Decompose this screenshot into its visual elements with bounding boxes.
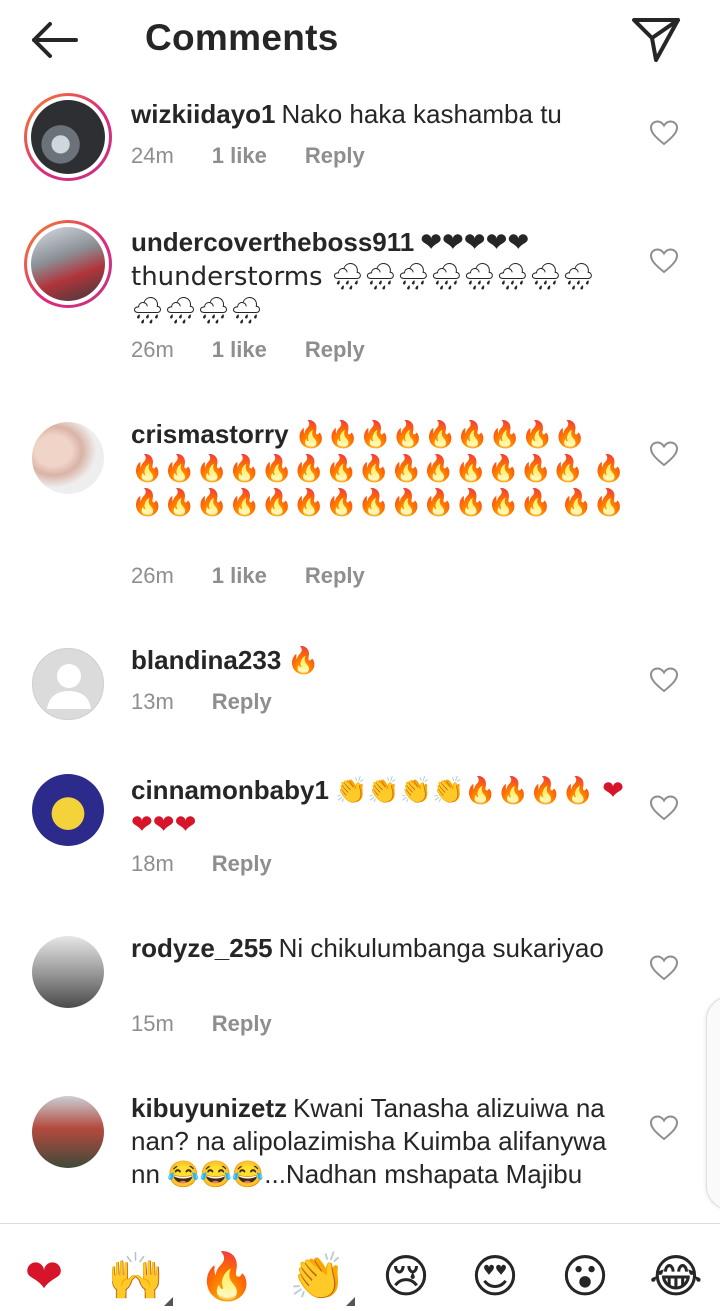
comment-username[interactable]: blandina233 — [131, 645, 281, 675]
paper-plane-icon[interactable] — [628, 14, 684, 64]
heart-outline-icon[interactable] — [649, 248, 679, 274]
heart-outline-icon[interactable] — [649, 955, 679, 981]
heart-outline-icon[interactable] — [649, 120, 679, 146]
skin-tone-corner-icon — [346, 1297, 355, 1306]
reaction-laughing-emoji[interactable]: 😂 — [648, 1248, 704, 1304]
comment-username[interactable]: cinnamonbaby1 — [131, 775, 329, 805]
avatar-story-ring[interactable] — [24, 220, 112, 308]
reply-button[interactable]: Reply — [305, 143, 365, 169]
comment-time: 24m — [131, 143, 174, 168]
comment-body: blandina233 🔥 — [131, 644, 626, 678]
comment-meta: 18m Reply — [131, 851, 310, 881]
avatar[interactable] — [32, 774, 104, 846]
heart-outline-icon[interactable] — [649, 441, 679, 467]
avatar — [31, 227, 105, 301]
avatar[interactable] — [32, 1096, 104, 1168]
comment-username[interactable]: crismastorry — [131, 419, 289, 449]
comment-meta: 24m 1 like Reply — [131, 143, 403, 173]
heart-outline-icon[interactable] — [649, 795, 679, 821]
back-arrow-icon[interactable] — [28, 18, 84, 62]
comment-meta: 26m 1 like Reply — [131, 563, 403, 593]
comment-likes[interactable]: 1 like — [212, 563, 267, 589]
reply-button[interactable]: Reply — [212, 1011, 272, 1037]
comment-username[interactable]: rodyze_255 — [131, 933, 273, 963]
skin-tone-corner-icon — [164, 1297, 173, 1306]
reaction-surprised-emoji[interactable]: 😮 — [557, 1248, 613, 1304]
reaction-crying-emoji[interactable]: 😢 — [378, 1248, 434, 1304]
quick-reaction-bar: ❤ 🙌 🔥 👏 😢 😍 😮 😂 — [0, 1223, 720, 1311]
comment-body: undercovertheboss911 ❤❤❤❤❤ thunderstorms … — [131, 226, 626, 328]
reaction-fire-emoji[interactable]: 🔥 — [198, 1248, 255, 1304]
reply-button[interactable]: Reply — [305, 563, 365, 589]
reaction-raising-hands-emoji[interactable]: 🙌 — [107, 1248, 173, 1306]
avatar[interactable] — [32, 936, 104, 1008]
comment-body: wizkiidayo1 Nako haka kashamba tu — [131, 98, 626, 131]
comment-item: crismastorry 🔥🔥🔥🔥🔥🔥🔥🔥🔥 🔥🔥🔥🔥🔥🔥🔥🔥🔥🔥🔥🔥🔥🔥 🔥🔥🔥… — [0, 410, 720, 610]
comment-body: crismastorry 🔥🔥🔥🔥🔥🔥🔥🔥🔥 🔥🔥🔥🔥🔥🔥🔥🔥🔥🔥🔥🔥🔥🔥 🔥🔥🔥… — [131, 418, 626, 520]
comment-body: cinnamonbaby1 👏👏👏👏🔥🔥🔥🔥 ❤❤❤❤ — [131, 774, 626, 842]
heart-outline-icon[interactable] — [649, 1115, 679, 1141]
comment-text: Ni chikulumbanga sukariyao — [278, 933, 604, 963]
comment-likes[interactable]: 1 like — [212, 143, 267, 169]
header: Comments — [0, 0, 720, 80]
reaction-heart-emoji[interactable]: ❤ — [16, 1248, 72, 1304]
avatar-story-ring[interactable] — [24, 93, 112, 181]
comment-likes[interactable]: 1 like — [212, 337, 267, 363]
comments-list[interactable]: wizkiidayo1 Nako haka kashamba tu 24m 1 li… — [0, 80, 720, 1223]
comment-time: 26m — [131, 337, 174, 362]
reply-button[interactable]: Reply — [305, 337, 365, 363]
comment-time: 13m — [131, 689, 174, 714]
scroll-handle[interactable] — [706, 996, 720, 1210]
avatar-placeholder[interactable] — [32, 648, 104, 720]
reaction-clap-emoji[interactable]: 👏 — [289, 1248, 355, 1306]
comment-meta: 26m 1 like Reply — [131, 337, 403, 367]
comment-username[interactable]: undercovertheboss911 — [131, 227, 414, 257]
reply-button[interactable]: Reply — [212, 689, 272, 715]
comment-item: cinnamonbaby1 👏👏👏👏🔥🔥🔥🔥 ❤❤❤❤ 18m Reply — [0, 770, 720, 900]
heart-outline-icon[interactable] — [649, 667, 679, 693]
default-user-icon — [47, 664, 91, 709]
comment-username[interactable]: kibuyunizetz — [131, 1093, 287, 1123]
comment-body: rodyze_255 Ni chikulumbanga sukariyao — [131, 932, 626, 965]
avatar[interactable] — [32, 422, 104, 494]
reaction-heart-eyes-emoji[interactable]: 😍 — [467, 1248, 523, 1304]
comment-text: Nako haka kashamba tu — [281, 99, 562, 129]
comment-meta: 15m Reply — [131, 1011, 310, 1041]
comment-item: kibuyunizetz Kwani Tanasha alizuiwa na na… — [0, 1090, 720, 1223]
comment-time: 18m — [131, 851, 174, 876]
comment-item: wizkiidayo1 Nako haka kashamba tu 24m 1 li… — [0, 80, 720, 190]
comment-item: rodyze_255 Ni chikulumbanga sukariyao 15m… — [0, 930, 720, 1060]
comment-item: undercovertheboss911 ❤❤❤❤❤ thunderstorms … — [0, 210, 720, 380]
reply-button[interactable]: Reply — [212, 851, 272, 877]
comment-item: blandina233 🔥 13m Reply — [0, 640, 720, 740]
comment-body: kibuyunizetz Kwani Tanasha alizuiwa na na… — [131, 1092, 626, 1191]
comment-username[interactable]: wizkiidayo1 — [131, 99, 276, 129]
comment-text: 🔥 — [287, 646, 320, 676]
raising-hands-icon: 🙌 — [107, 1249, 165, 1303]
comment-time: 15m — [131, 1011, 174, 1036]
page-title: Comments — [145, 17, 339, 58]
comment-meta: 13m Reply — [131, 689, 310, 719]
clap-icon: 👏 — [289, 1249, 347, 1303]
comment-time: 26m — [131, 563, 174, 588]
avatar — [31, 100, 105, 174]
